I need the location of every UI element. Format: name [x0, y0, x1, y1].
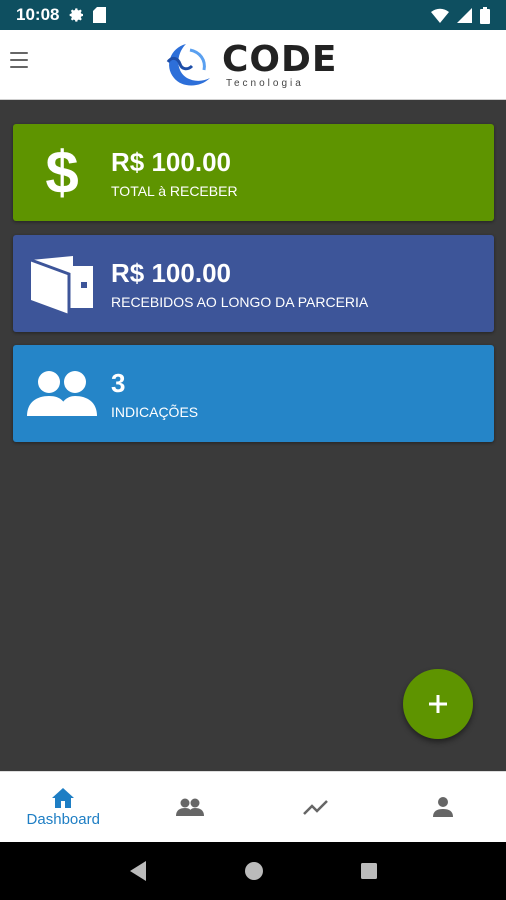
- bottom-nav: Dashboard: [0, 771, 506, 842]
- plus-icon: [429, 695, 447, 713]
- people-icon: [175, 798, 204, 816]
- nav-label: Dashboard: [26, 810, 100, 828]
- card-indicacoes[interactable]: 3 INDICAÇÕES: [13, 345, 494, 442]
- card-recebidos[interactable]: R$ 100.00 RECEBIDOS AO LONGO DA PARCERIA: [13, 235, 494, 332]
- nav-item-dashboard[interactable]: Dashboard: [0, 772, 127, 842]
- card-label: TOTAL à RECEBER: [111, 182, 238, 199]
- wifi-icon: [431, 8, 449, 23]
- back-icon[interactable]: [128, 860, 148, 882]
- status-right-icons: [431, 6, 490, 24]
- system-nav-bar: [0, 842, 506, 900]
- logo-text: CODE Tecnologia: [222, 38, 338, 89]
- users-icon: [13, 345, 111, 442]
- logo-mark-icon: [166, 44, 210, 86]
- card-value: 3: [111, 367, 126, 398]
- home-circle-icon[interactable]: [244, 861, 264, 881]
- sd-card-icon: [93, 7, 107, 23]
- svg-text:$: $: [45, 143, 78, 203]
- trending-icon: [303, 800, 329, 815]
- menu-line: [10, 59, 28, 61]
- code-logo: CODE Tecnologia: [160, 40, 338, 90]
- app-header: CODE Tecnologia: [0, 30, 506, 100]
- nav-item-people[interactable]: [127, 772, 254, 842]
- nav-item-profile[interactable]: [380, 772, 506, 842]
- status-bar: 10:08: [0, 0, 506, 30]
- card-value: R$ 100.00: [111, 146, 231, 177]
- card-total-receber[interactable]: $ R$ 100.00 TOTAL à RECEBER: [13, 124, 494, 221]
- menu-line: [10, 66, 28, 68]
- hamburger-menu-icon[interactable]: [10, 52, 28, 68]
- card-label: RECEBIDOS AO LONGO DA PARCERIA: [111, 293, 369, 310]
- logo-subtitle: Tecnologia: [226, 77, 304, 89]
- nav-item-trending[interactable]: [253, 772, 380, 842]
- status-time: 10:08: [16, 5, 60, 24]
- signal-icon: [457, 7, 472, 23]
- card-text: R$ 100.00 RECEBIDOS AO LONGO DA PARCERIA: [111, 258, 368, 310]
- status-left-icons: [69, 7, 107, 23]
- logo-title: CODE: [222, 38, 338, 80]
- card-text: 3 INDICAÇÕES: [111, 368, 198, 420]
- menu-line: [10, 52, 28, 54]
- gear-icon: [70, 8, 84, 22]
- card-value: R$ 100.00: [111, 257, 231, 288]
- dollar-icon: $: [13, 124, 111, 221]
- add-fab-button[interactable]: [403, 669, 473, 739]
- home-icon: [52, 787, 75, 808]
- person-icon: [432, 797, 453, 817]
- battery-icon: [480, 6, 490, 24]
- card-text: R$ 100.00 TOTAL à RECEBER: [111, 147, 238, 199]
- recents-icon[interactable]: [360, 862, 378, 880]
- card-label: INDICAÇÕES: [111, 403, 199, 420]
- wallet-icon: [13, 235, 111, 332]
